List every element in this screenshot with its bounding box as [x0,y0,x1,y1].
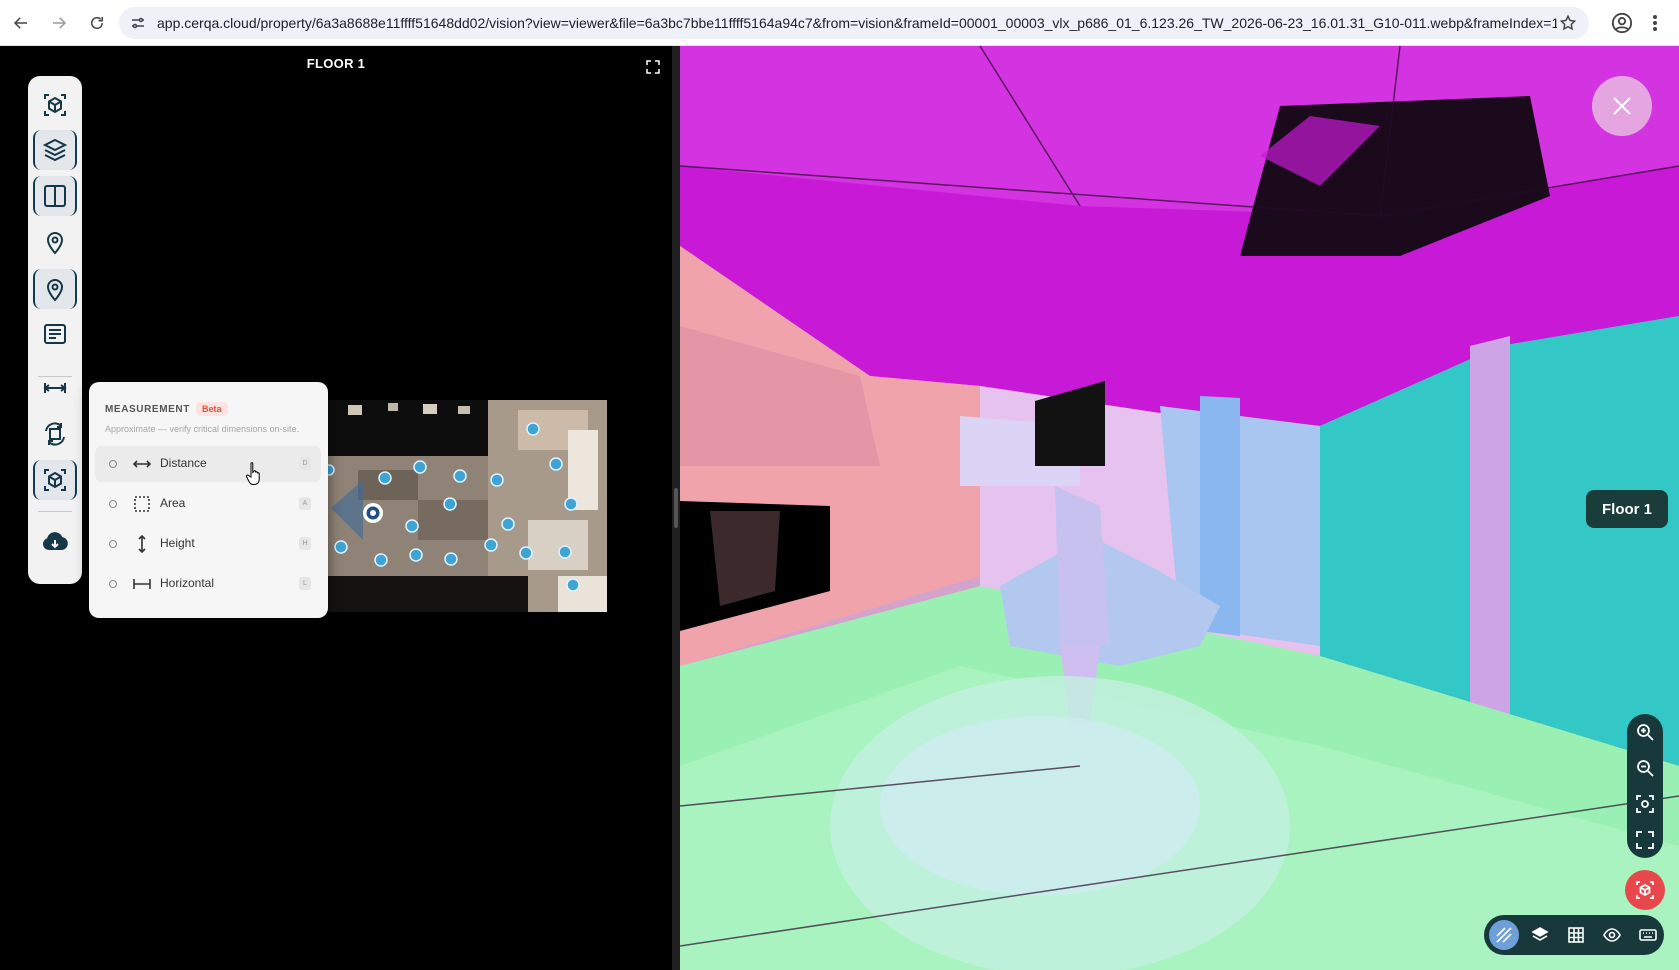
toolbar-rotate-button[interactable] [33,414,77,454]
cube-scan-icon [44,469,66,491]
hand-cursor-icon [245,462,260,485]
pin-icon [46,232,64,255]
fullscreen-button[interactable] [1635,830,1655,850]
toolbar-notes-button[interactable] [33,314,77,354]
point-cloud-scene [680,46,1679,970]
toolbar-separator [38,511,72,512]
floor-plan-map[interactable] [328,400,607,612]
address-bar[interactable]: app.cerqa.cloud/property/6a3a8688e11ffff… [119,7,1589,39]
measurement-subtitle: Approximate — verify critical dimensions… [105,424,300,434]
visibility-mode-button[interactable] [1597,920,1627,950]
floor-badge[interactable]: Floor 1 [1586,490,1668,528]
grid-icon [1568,927,1584,943]
shortcut-key: H [299,537,311,550]
shortcut-key: A [299,497,311,510]
divider-handle[interactable] [674,488,678,528]
rotate-icon [45,422,65,446]
toolbar-split-view-button[interactable] [33,176,77,216]
option-label: Area [160,496,186,510]
zoom-controls [1627,714,1663,858]
eye-icon [1603,928,1621,942]
bookmark-star-icon[interactable] [1559,14,1577,32]
toolbar-measure-button[interactable] [33,368,77,408]
fullscreen-icon [1636,831,1654,849]
pin-active-icon [46,279,64,302]
toolbar-pin-button[interactable] [33,222,77,262]
measure-horizontal-option[interactable]: Horizontal L [95,566,321,602]
recenter-button[interactable] [1635,794,1655,814]
layers-icon [1531,927,1549,941]
arrow-left-icon [13,16,27,29]
measure-height-option[interactable]: Height H [95,526,321,562]
zoom-in-icon [1637,724,1654,741]
cube-scan-icon [1636,881,1654,899]
reload-button[interactable] [80,6,114,40]
radio-indicator[interactable] [109,580,117,588]
forward-button[interactable] [42,6,76,40]
measurement-panel: MEASUREMENT Beta Approximate — verify cr… [89,382,328,618]
site-settings-icon[interactable] [129,14,147,32]
browser-toolbar: app.cerqa.cloud/property/6a3a8688e11ffff… [0,0,1679,46]
grid-mode-button[interactable] [1561,920,1591,950]
menu-kebab-icon[interactable] [1650,12,1660,34]
horizontal-icon [133,575,151,593]
distance-icon [132,455,152,473]
area-icon [133,495,151,513]
beta-badge: Beta [196,402,228,416]
keyboard-button[interactable] [1633,920,1663,950]
url-text: app.cerqa.cloud/property/6a3a8688e11ffff… [157,15,1557,31]
layers-icon [42,138,68,162]
profile-icon[interactable] [1611,12,1633,34]
height-icon [133,534,151,554]
radio-indicator[interactable] [109,500,117,508]
left-toolbar [28,76,82,584]
option-label: Distance [160,456,207,470]
measure-area-option[interactable]: Area A [95,486,321,522]
close-icon [1613,97,1631,115]
notes-icon [44,324,66,344]
radio-indicator[interactable] [109,540,117,548]
toolbar-scan-button[interactable] [33,460,77,500]
close-viewer-button[interactable] [1592,76,1652,136]
zoom-in-button[interactable] [1635,722,1655,742]
toolbar-3d-view-button[interactable] [33,85,77,125]
toolbar-location-button[interactable] [33,269,77,309]
measure-distance-option[interactable]: Distance D [95,446,321,482]
arrow-right-icon [53,16,67,29]
shortcut-key: L [299,577,311,590]
radio-indicator[interactable] [109,460,117,468]
cube-icon [44,94,66,116]
focus-icon [1636,795,1654,813]
hatch-icon [1496,927,1512,943]
option-label: Horizontal [160,576,215,590]
3d-viewer[interactable] [680,46,1679,970]
normals-mode-button[interactable] [1489,920,1519,950]
option-label: Height [160,536,195,550]
measure-icon [43,383,67,393]
zoom-out-button[interactable] [1635,758,1655,778]
measurement-title: MEASUREMENT [105,404,190,415]
back-button[interactable] [4,6,38,40]
reload-icon [91,16,103,29]
view-mode-bar [1484,915,1664,955]
expand-icon[interactable] [646,60,660,74]
layers-mode-button[interactable] [1525,920,1555,950]
toolbar-layers-button[interactable] [33,130,77,170]
scan-mode-button[interactable] [1625,870,1665,910]
zoom-out-icon [1637,760,1654,777]
cloud-download-icon [43,532,68,550]
keyboard-icon [1639,929,1657,941]
floor-plan-title: FLOOR 1 [306,56,366,71]
shortcut-key: D [299,457,311,470]
toolbar-download-button[interactable] [33,522,77,562]
split-view-icon [44,185,66,207]
